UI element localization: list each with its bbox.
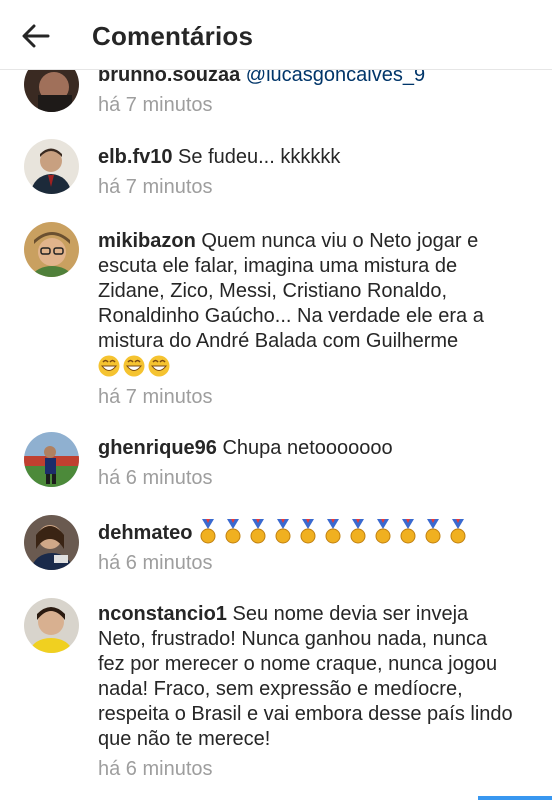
comment-username[interactable]: dehmateo xyxy=(98,522,192,544)
comment-username[interactable]: nconstancio1 xyxy=(98,603,227,625)
medal-icon xyxy=(250,519,266,544)
comment-timestamp[interactable]: há 6 minutos xyxy=(98,551,518,575)
medal-icon xyxy=(425,519,441,544)
comment-text: Seu nome devia ser inveja Neto, frustrad… xyxy=(98,603,513,750)
page-title: Comentários xyxy=(92,21,254,51)
comment-text: Chupa netooooooo xyxy=(222,437,393,459)
comment-text: Se fudeu... kkkkkk xyxy=(178,146,341,168)
avatar[interactable] xyxy=(24,222,79,277)
medal-icon xyxy=(275,519,291,544)
medal-icon xyxy=(225,519,241,544)
medal-icon xyxy=(325,519,341,544)
grinning-emoji-icon xyxy=(98,354,170,385)
comment-timestamp[interactable]: há 7 minutos xyxy=(98,93,518,117)
app-header: Comentários xyxy=(0,0,552,70)
comment-timestamp[interactable]: há 6 minutos xyxy=(98,466,518,490)
medal-icon xyxy=(450,519,466,544)
medal-icon xyxy=(300,519,316,544)
scroll-indicator xyxy=(478,796,552,800)
medal-icons xyxy=(198,519,473,544)
avatar[interactable] xyxy=(24,432,79,487)
comment-timestamp[interactable]: há 7 minutos xyxy=(98,385,518,409)
comment-timestamp[interactable]: há 7 minutos xyxy=(98,175,518,199)
arrow-left-icon xyxy=(22,24,50,48)
medal-icon xyxy=(375,519,391,544)
medal-icon xyxy=(400,519,416,544)
comment-username[interactable]: mikibazon xyxy=(98,230,196,252)
comment-username[interactable]: elb.fv10 xyxy=(98,146,172,168)
avatar[interactable] xyxy=(24,598,79,653)
comment-timestamp[interactable]: há 6 minutos xyxy=(98,757,518,781)
emoji-row xyxy=(98,354,518,380)
medal-icon xyxy=(350,519,366,544)
comment-username[interactable]: ghenrique96 xyxy=(98,437,217,459)
back-button[interactable] xyxy=(18,18,54,54)
avatar[interactable] xyxy=(24,139,79,194)
avatar[interactable] xyxy=(24,515,79,570)
medal-icon xyxy=(200,519,216,544)
